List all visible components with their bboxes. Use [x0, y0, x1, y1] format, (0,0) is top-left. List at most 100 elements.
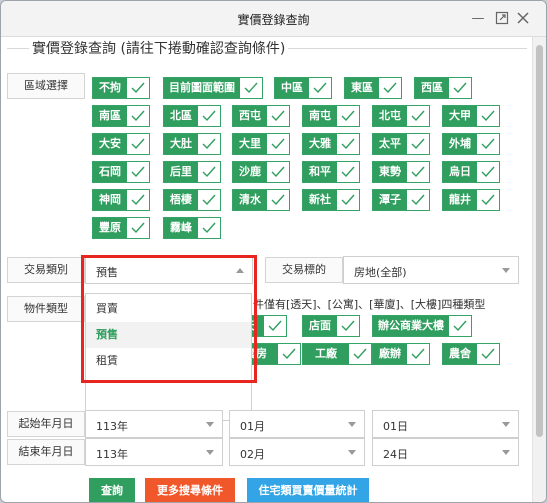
area-chip-20[interactable]: 和平: [302, 161, 360, 183]
area-chip-7[interactable]: 西屯: [232, 105, 290, 127]
chip-label: 北屯: [373, 106, 407, 126]
chip-label: 東勢: [373, 162, 407, 182]
area-chip-15[interactable]: 太平: [372, 133, 430, 155]
chip-label: 南屯: [303, 106, 337, 126]
area-chip-30[interactable]: 霧峰: [163, 217, 221, 239]
check-icon: [337, 106, 359, 126]
start-month-select[interactable]: 01月: [229, 410, 365, 438]
check-icon: [477, 134, 499, 154]
chip-label: 廠辦: [373, 344, 407, 364]
query-button[interactable]: 查詢: [89, 478, 135, 502]
area-chip-6[interactable]: 北區: [163, 105, 221, 127]
chip-label: 西區: [415, 78, 449, 98]
vertical-scrollbar[interactable]: [532, 37, 546, 502]
area-chip-17[interactable]: 石岡: [92, 161, 150, 183]
area-chip-0[interactable]: 不拘: [92, 77, 150, 99]
area-chip-23[interactable]: 神岡: [92, 189, 150, 211]
close-icon[interactable]: [515, 11, 531, 27]
start-month-value: 01月: [240, 420, 265, 433]
check-icon: [337, 162, 359, 182]
object-chip-6[interactable]: 農舍: [442, 343, 500, 365]
chip-label: 大安: [93, 134, 127, 154]
check-icon: [198, 134, 220, 154]
chip-label: 梧棲: [164, 190, 198, 210]
area-chip-3[interactable]: 東區: [344, 77, 402, 99]
check-icon: [309, 78, 331, 98]
check-icon: [477, 162, 499, 182]
chip-label: 和平: [303, 162, 337, 182]
check-icon: [127, 134, 149, 154]
area-chip-1[interactable]: 目前圖面範圍: [163, 77, 263, 99]
area-chip-10[interactable]: 大甲: [442, 105, 500, 127]
end-year-select[interactable]: 113年: [85, 438, 223, 466]
area-chip-5[interactable]: 南區: [92, 105, 150, 127]
chip-label: 大雅: [303, 134, 337, 154]
area-chip-16[interactable]: 外埔: [442, 133, 500, 155]
stats-button[interactable]: 住宅類買賣價量統計: [247, 478, 369, 502]
area-chip-9[interactable]: 北屯: [372, 105, 430, 127]
area-chip-14[interactable]: 大雅: [302, 133, 360, 155]
area-chip-21[interactable]: 東勢: [372, 161, 430, 183]
end-month-select[interactable]: 02月: [229, 438, 365, 466]
chip-label: 神岡: [93, 190, 127, 210]
check-icon: [198, 190, 220, 210]
form-legend: 實價登錄查詢 (請往下捲動確認查詢條件): [29, 38, 289, 58]
end-year-value: 113年: [96, 448, 128, 461]
chip-label: 清水: [233, 190, 267, 210]
area-chip-8[interactable]: 南屯: [302, 105, 360, 127]
object-chip-1[interactable]: 店面: [302, 315, 360, 337]
area-chip-19[interactable]: 沙鹿: [232, 161, 290, 183]
area-chip-13[interactable]: 大里: [232, 133, 290, 155]
object-chip-2[interactable]: 辦公商業大樓: [372, 315, 472, 337]
end-day-select[interactable]: 24日: [372, 438, 519, 466]
check-icon: [198, 106, 220, 126]
check-icon: [267, 162, 289, 182]
area-chip-26[interactable]: 新社: [302, 189, 360, 211]
chip-label: 潭子: [373, 190, 407, 210]
area-chip-25[interactable]: 清水: [232, 189, 290, 211]
check-icon: [449, 316, 471, 336]
object-chip-5[interactable]: 廠辦: [372, 343, 430, 365]
area-chip-27[interactable]: 潭子: [372, 189, 430, 211]
scrollbar-thumb[interactable]: [536, 45, 543, 437]
minimize-icon[interactable]: —: [470, 11, 486, 27]
select-down-arrow-icon: [502, 268, 510, 273]
check-icon: [267, 134, 289, 154]
check-icon: [337, 134, 359, 154]
check-icon: [407, 134, 429, 154]
chip-label: 工廠: [303, 344, 349, 364]
chip-label: 南區: [93, 106, 127, 126]
area-chip-24[interactable]: 梧棲: [163, 189, 221, 211]
chip-label: 農舍: [443, 344, 477, 364]
start-year-select[interactable]: 113年: [85, 410, 223, 438]
check-icon: [198, 218, 220, 238]
chip-label: 石岡: [93, 162, 127, 182]
chip-label: 北區: [164, 106, 198, 126]
more-conditions-button[interactable]: 更多搜尋條件: [145, 478, 235, 502]
area-chip-2[interactable]: 中區: [274, 77, 332, 99]
area-chip-18[interactable]: 后里: [163, 161, 221, 183]
check-icon: [337, 316, 359, 336]
expand-icon[interactable]: [494, 11, 510, 27]
check-icon: [407, 190, 429, 210]
area-chip-4[interactable]: 西區: [414, 77, 472, 99]
trade-target-select[interactable]: 房地(全部): [343, 256, 519, 284]
chip-label: 沙鹿: [233, 162, 267, 182]
chip-label: 太平: [373, 134, 407, 154]
chip-label: 大里: [233, 134, 267, 154]
area-chip-22[interactable]: 烏日: [442, 161, 500, 183]
area-chip-28[interactable]: 龍井: [442, 189, 500, 211]
chip-label: 東區: [345, 78, 379, 98]
area-chip-12[interactable]: 大肚: [163, 133, 221, 155]
area-chip-11[interactable]: 大安: [92, 133, 150, 155]
start-day-select[interactable]: 01日: [372, 410, 519, 438]
chip-label: 大甲: [443, 106, 477, 126]
area-chip-29[interactable]: 豐原: [92, 217, 150, 239]
start-date-label: 起始年月日: [7, 411, 85, 437]
check-icon: [278, 344, 300, 364]
end-date-label: 結束年月日: [7, 439, 85, 465]
object-chip-4[interactable]: 工廠: [302, 343, 372, 365]
chip-label: 烏日: [443, 162, 477, 182]
check-icon: [127, 106, 149, 126]
check-icon: [240, 78, 262, 98]
